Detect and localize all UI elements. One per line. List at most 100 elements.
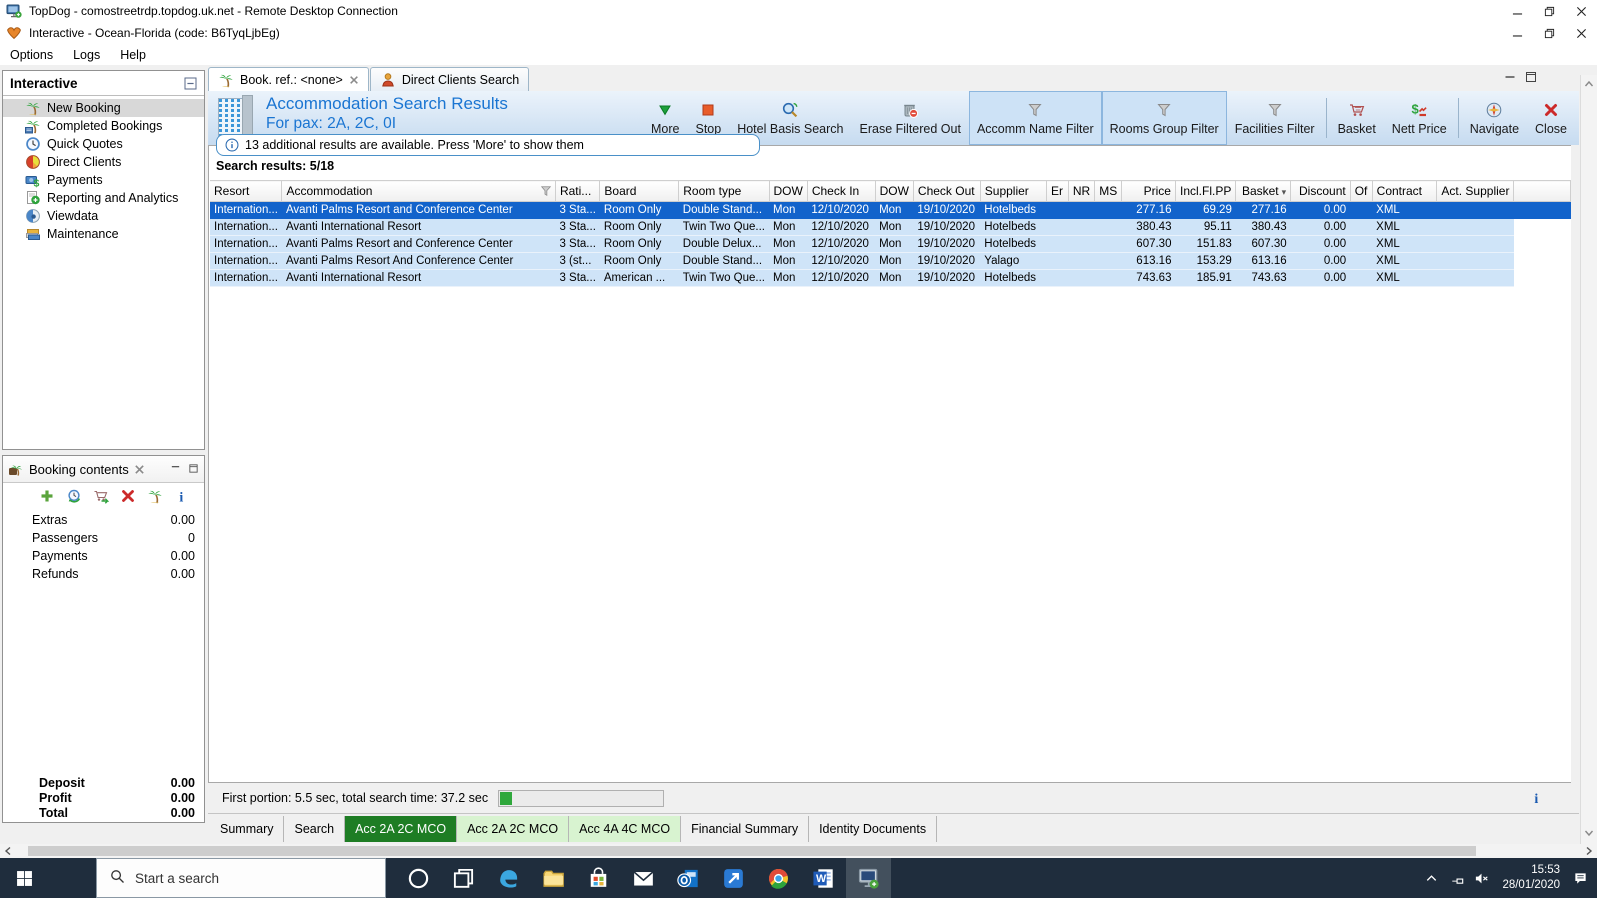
sidebar-item-payments[interactable]: $ Payments [3,171,204,189]
sidebar-item-reporting-and-analytics[interactable]: Reporting and Analytics [3,189,204,207]
menu-item-options[interactable]: Options [0,44,63,65]
sidebar-item-viewdata[interactable]: Viewdata [3,207,204,225]
sidebar-item-quick-quotes[interactable]: Quick Quotes [3,135,204,153]
toolbar-button-close[interactable]: Close [1527,91,1575,145]
basket-move-icon[interactable] [93,488,109,504]
task-view-icon[interactable] [441,858,486,898]
column-header-act-supplier[interactable]: Act. Supplier [1436,180,1515,202]
booking-panel-maximize-icon[interactable] [188,462,199,477]
column-header-er[interactable]: Er [1046,180,1069,202]
tab-close-icon[interactable] [349,75,359,85]
column-header-discount[interactable]: Discount [1290,180,1351,202]
tray-volume-muted-icon[interactable] [1469,858,1494,898]
view-minimize-icon[interactable] [1504,71,1516,86]
table-row[interactable]: Internation... Avanti International Resor… [210,218,1571,236]
cortana-icon[interactable] [396,858,441,898]
column-header-accommodation[interactable]: Accommodation [281,180,556,202]
edge-icon[interactable] [486,858,531,898]
bottom-tab-search[interactable]: Search [284,816,346,842]
sidebar-item-direct-clients[interactable]: Direct Clients [3,153,204,171]
notification-center-icon[interactable] [1568,858,1593,898]
tray-network-icon[interactable] [1444,858,1469,898]
horizontal-scrollbar[interactable] [0,844,1597,858]
store-icon[interactable] [576,858,621,898]
column-header-basket[interactable]: Basket ▾ [1235,180,1292,202]
column-header-blank[interactable] [1513,180,1571,202]
status-info-icon[interactable]: i [1529,790,1545,806]
table-row[interactable]: Internation... Avanti Palms Resort and Co… [210,201,1571,219]
blue-arrow-app-icon[interactable] [711,858,756,898]
column-header-room-type[interactable]: Room type [678,180,770,202]
column-header-check-out[interactable]: Check Out [913,180,981,202]
scroll-right-icon[interactable] [1581,846,1597,856]
column-header-dow[interactable]: DOW [769,180,808,202]
column-filter-funnel-icon[interactable] [539,184,553,198]
tray-caret-icon[interactable] [1419,858,1444,898]
start-button[interactable] [0,858,48,898]
scroll-up-icon[interactable] [1584,78,1594,92]
column-header-supplier[interactable]: Supplier [980,180,1048,202]
column-header-board[interactable]: Board [599,180,680,202]
bottom-tab-financial-summary[interactable]: Financial Summary [681,816,810,842]
column-header-price[interactable]: Price [1121,180,1176,202]
outlook-icon[interactable] [666,858,711,898]
bottom-tab-acc-2a-2c-mco[interactable]: Acc 2A 2C MCO [457,816,570,842]
toolbar-button-facilities-filter[interactable]: Facilities Filter [1227,91,1323,145]
column-header-incl-fl-pp[interactable]: Incl.Fl.PP [1175,180,1237,202]
mail-icon[interactable] [621,858,666,898]
menu-item-logs[interactable]: Logs [63,44,110,65]
column-header-ms[interactable]: MS [1094,180,1123,202]
vertical-scrollbar[interactable] [1580,75,1597,844]
tab-direct-clients-search[interactable]: Direct Clients Search [369,67,530,91]
column-header-check-in[interactable]: Check In [807,180,876,202]
chrome-icon[interactable] [756,858,801,898]
booking-panel-minimize-icon[interactable] [170,462,181,477]
menu-item-help[interactable]: Help [110,44,156,65]
scroll-left-icon[interactable] [0,846,16,856]
column-header-nr[interactable]: NR [1068,180,1096,202]
minimize-button[interactable] [1501,0,1533,22]
restore-button[interactable] [1533,0,1565,22]
bottom-tab-identity-documents[interactable]: Identity Documents [809,816,938,842]
app-restore-button[interactable] [1533,22,1565,44]
sidebar-item-completed-bookings[interactable]: Completed Bookings [3,117,204,135]
toolbar-button-basket[interactable]: Basket [1330,91,1384,145]
column-header-dow[interactable]: DOW [875,180,914,202]
file-explorer-icon[interactable] [531,858,576,898]
word-icon[interactable]: W [801,858,846,898]
app-minimize-button[interactable] [1501,22,1533,44]
taskbar-clock[interactable]: 15:53 28/01/2020 [1502,863,1560,893]
booking-contents-close-icon[interactable] [134,464,145,475]
remote-desktop-icon[interactable] [846,858,891,898]
toolbar-button-accomm-name-filter[interactable]: Accomm Name Filter [968,91,1102,145]
palm-small-icon[interactable] [147,488,163,504]
scroll-down-icon[interactable] [1584,827,1594,841]
bottom-tab-acc-4a-4c-mco[interactable]: Acc 4A 4C MCO [569,816,682,842]
bottom-tab-acc-2a-2c-mco[interactable]: Acc 2A 2C MCO [345,816,458,842]
toolbar-button-nett-price[interactable]: $ Nett Price [1384,91,1455,145]
taskbar-search-input[interactable]: Start a search [96,858,386,898]
column-header-rati[interactable]: Rati... [555,180,601,202]
info-i-icon[interactable]: i [174,488,190,504]
tab-book-ref[interactable]: Book. ref.: <none> [208,67,369,91]
app-close-button[interactable] [1565,22,1597,44]
table-row[interactable]: Internation... Avanti Palms Resort and Co… [210,235,1571,253]
collapse-icon[interactable] [184,77,197,90]
view-maximize-icon[interactable] [1525,71,1537,86]
sidebar-item-maintenance[interactable]: Maintenance [3,225,204,243]
close-button[interactable] [1565,0,1597,22]
delete-x-icon[interactable] [120,488,136,504]
toolbar-button-navigate[interactable]: Navigate [1462,91,1527,145]
column-header-resort[interactable]: Resort [210,180,283,202]
column-header-of[interactable]: Of [1350,180,1373,202]
quick-quote-clock-icon[interactable] [66,488,82,504]
toolbar-button-erase-filtered-out[interactable]: Erase Filtered Out [852,91,969,145]
table-row[interactable]: Internation... Avanti Palms Resort And Co… [210,252,1571,270]
add-icon[interactable] [39,488,55,504]
toolbar-button-rooms-group-filter[interactable]: Rooms Group Filter [1101,91,1227,145]
bottom-tab-summary[interactable]: Summary [210,816,285,842]
scrollbar-thumb[interactable] [28,846,1476,856]
table-row[interactable]: Internation... Avanti International Resor… [210,269,1571,287]
sidebar-item-new-booking[interactable]: New Booking [3,99,204,117]
booking-contents-tab[interactable]: Booking contents [3,456,204,483]
